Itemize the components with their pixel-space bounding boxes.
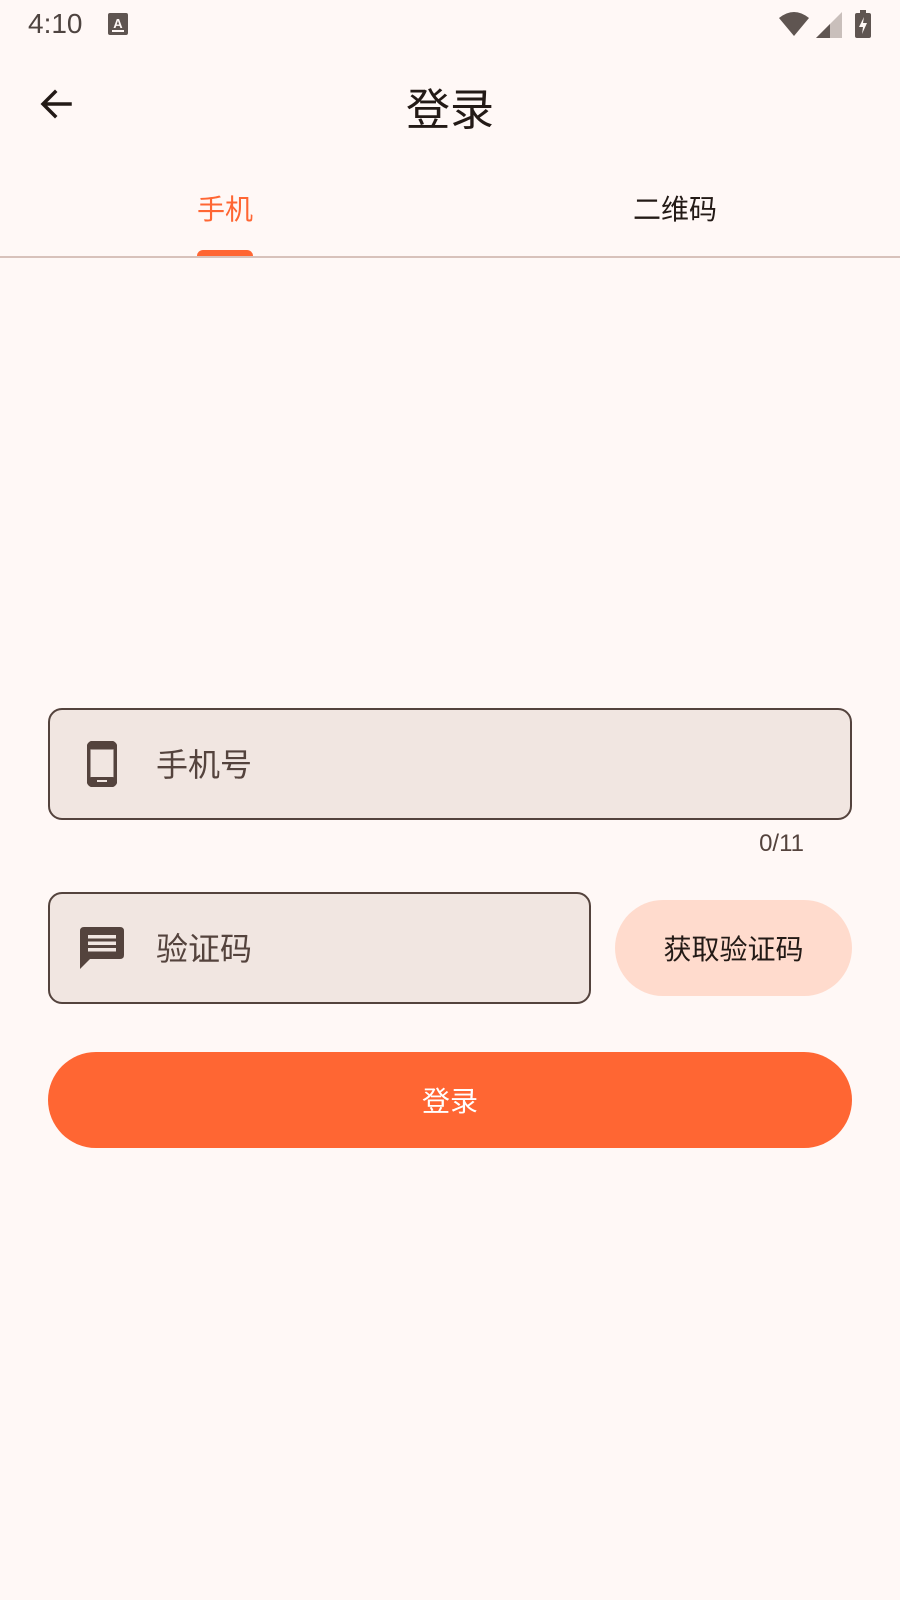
smartphone-icon <box>74 736 130 792</box>
status-bar: 4:10 A <box>0 0 900 48</box>
tab-indicator <box>197 250 253 256</box>
get-code-button[interactable]: 获取验证码 <box>615 900 852 996</box>
battery-charging-icon <box>855 10 871 38</box>
message-icon <box>74 920 130 976</box>
tab-phone-label: 手机 <box>196 193 253 226</box>
signal-icon <box>816 12 842 38</box>
code-input[interactable] <box>154 918 578 980</box>
tab-qrcode-label: 二维码 <box>632 193 717 226</box>
tab-phone[interactable]: 手机 <box>0 160 450 256</box>
page-title: 登录 <box>406 85 494 136</box>
phone-input[interactable] <box>154 734 818 796</box>
code-field[interactable] <box>48 892 591 1004</box>
get-code-label: 获取验证码 <box>663 933 804 966</box>
keyboard-a-icon: A <box>108 13 128 35</box>
login-button[interactable]: 登录 <box>48 1052 852 1148</box>
phone-field[interactable] <box>48 708 852 820</box>
app-bar: 登录 <box>0 48 900 160</box>
login-label: 登录 <box>421 1085 478 1118</box>
wifi-icon <box>779 12 809 36</box>
tab-qrcode[interactable]: 二维码 <box>450 160 900 256</box>
phone-char-counter: 0/11 <box>759 830 804 857</box>
tab-bar: 手机 二维码 <box>0 160 900 258</box>
svg-text:A: A <box>113 16 123 31</box>
status-time: 4:10 <box>28 8 83 39</box>
